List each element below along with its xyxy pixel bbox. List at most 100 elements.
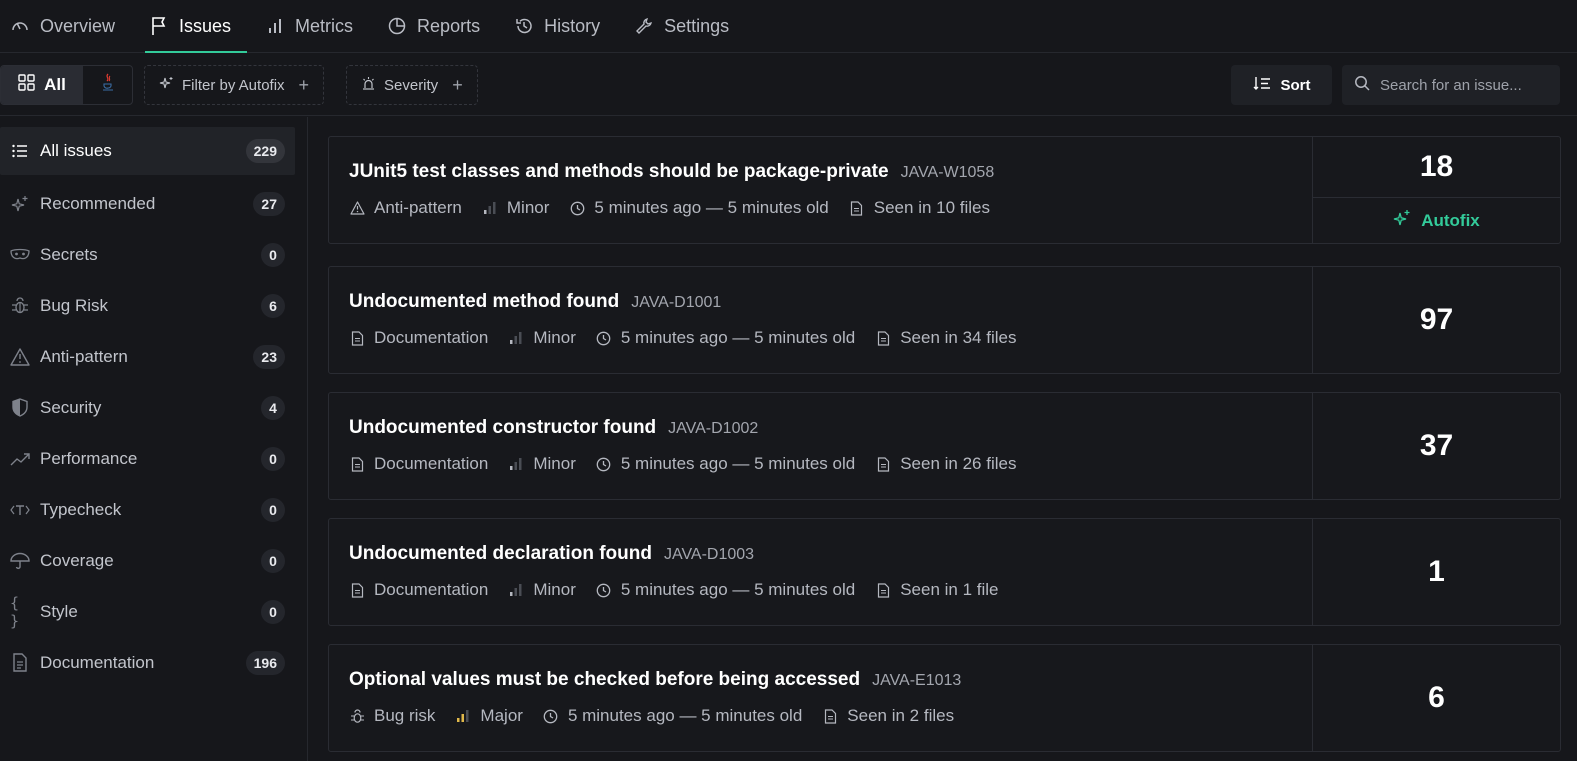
sidebar-item-label: Style <box>40 601 78 621</box>
issue-age: 5 minutes ago — 5 minutes old <box>596 454 855 474</box>
sidebar-item-performance[interactable]: Performance 0 <box>0 433 307 484</box>
sidebar-item-documentation[interactable]: Documentation 196 <box>0 637 307 688</box>
severity-filter-chip[interactable]: Severity + <box>346 65 478 105</box>
issue-card[interactable]: Undocumented constructor found JAVA-D100… <box>328 392 1561 500</box>
java-language-button[interactable] <box>83 66 132 104</box>
sidebar-item-security[interactable]: Security 4 <box>0 382 307 433</box>
autofix-sparkle-icon <box>159 76 174 95</box>
issue-severity: Minor <box>482 198 550 218</box>
sidebar-item-recommended[interactable]: Recommended 27 <box>0 178 307 229</box>
issue-files-label: Seen in 2 files <box>847 706 955 725</box>
search-input[interactable] <box>1380 76 1540 94</box>
issue-age: 5 minutes ago — 5 minutes old <box>596 580 855 600</box>
issue-card-body: Optional values must be checked before b… <box>329 645 1312 751</box>
all-languages-button[interactable]: All <box>1 66 83 104</box>
issue-severity-label: Minor <box>533 328 576 347</box>
issue-files-label: Seen in 1 file <box>900 580 999 599</box>
issue-count-badge: 6 <box>261 293 285 318</box>
issue-card-body: JUnit5 test classes and methods should b… <box>329 137 1312 243</box>
sidebar-item-typecheck[interactable]: Typecheck 0 <box>0 484 307 535</box>
trending-up-icon <box>10 449 30 469</box>
tab-history[interactable]: History <box>514 0 618 53</box>
issue-files: Seen in 2 files <box>822 706 954 726</box>
document-icon <box>349 456 365 472</box>
issues-toolbar: All Filter by Autofix + Severity + Sort <box>0 54 1577 116</box>
issue-card[interactable]: JUnit5 test classes and methods should b… <box>328 136 1561 244</box>
issue-severity-label: Minor <box>533 454 576 473</box>
issue-files: Seen in 26 files <box>875 454 1016 474</box>
severity-minor-icon <box>508 330 524 346</box>
sidebar-item-label: Recommended <box>40 193 156 213</box>
siren-icon <box>361 76 376 95</box>
issue-title[interactable]: Undocumented declaration found <box>349 543 652 565</box>
issue-card[interactable]: Undocumented declaration found JAVA-D100… <box>328 518 1561 626</box>
bug-icon <box>10 296 30 316</box>
issue-severity: Major <box>455 706 523 726</box>
issue-title[interactable]: Optional values must be checked before b… <box>349 669 860 691</box>
autofix-label: Autofix <box>1421 210 1480 230</box>
file-icon <box>875 330 891 346</box>
issue-count-badge: 0 <box>261 446 285 471</box>
occurrence-count: 6 <box>1428 681 1445 714</box>
search-box <box>1342 65 1560 105</box>
issue-card[interactable]: Optional values must be checked before b… <box>328 644 1561 752</box>
sidebar-item-label: Secrets <box>40 244 98 264</box>
bar-chart-icon <box>265 16 285 36</box>
type-icon <box>10 500 30 520</box>
severity-minor-icon <box>508 456 524 472</box>
issue-category-label: Documentation <box>374 328 489 347</box>
tab-metrics[interactable]: Metrics <box>265 0 371 53</box>
issue-occurrence-panel: 37 <box>1312 393 1560 499</box>
severity-minor-icon <box>508 582 524 598</box>
issue-severity-label: Minor <box>533 580 576 599</box>
issue-code: JAVA-D1001 <box>631 294 722 311</box>
autofix-button[interactable]: Autofix <box>1313 198 1560 243</box>
bug-icon <box>349 708 365 724</box>
sidebar-item-secrets[interactable]: Secrets 0 <box>0 229 307 280</box>
filter-autofix-chip[interactable]: Filter by Autofix + <box>144 65 325 105</box>
issue-count-badge: 0 <box>261 599 285 624</box>
umbrella-icon <box>10 551 30 571</box>
sidebar-item-label: Performance <box>40 448 138 468</box>
sidebar-item-style[interactable]: { } Style 0 <box>0 586 307 637</box>
tab-overview[interactable]: Overview <box>10 0 133 53</box>
file-icon <box>875 582 891 598</box>
issue-code: JAVA-W1058 <box>900 164 995 181</box>
sort-label: Sort <box>1280 76 1311 94</box>
flag-icon <box>149 16 169 36</box>
sidebar-item-anti-pattern[interactable]: Anti-pattern 23 <box>0 331 307 382</box>
search-icon <box>1354 75 1370 96</box>
sidebar-item-coverage[interactable]: Coverage 0 <box>0 535 307 586</box>
sidebar-item-label: Typecheck <box>40 499 122 519</box>
document-icon <box>349 582 365 598</box>
issue-files: Seen in 1 file <box>875 580 999 600</box>
tab-settings-label: Settings <box>664 15 730 36</box>
severity-major-icon <box>455 708 471 724</box>
sort-button[interactable]: Sort <box>1231 65 1332 105</box>
issue-severity-label: Minor <box>506 198 550 217</box>
tab-settings[interactable]: Settings <box>634 0 747 53</box>
issue-title[interactable]: JUnit5 test classes and methods should b… <box>349 161 889 183</box>
issue-title[interactable]: Undocumented constructor found <box>349 417 656 439</box>
issue-age-label: 5 minutes ago — 5 minutes old <box>567 706 803 725</box>
issue-category-label: Bug risk <box>374 706 436 725</box>
issue-files-label: Seen in 10 files <box>873 198 991 217</box>
tab-issues-label: Issues <box>179 15 232 36</box>
issue-card[interactable]: Undocumented method found JAVA-D1001 Doc… <box>328 266 1561 374</box>
tab-reports[interactable]: Reports <box>387 0 498 53</box>
issue-count-badge: 229 <box>245 139 285 163</box>
issue-count-badge: 27 <box>253 191 285 216</box>
issue-severity: Minor <box>508 328 576 348</box>
tab-metrics-label: Metrics <box>295 15 354 36</box>
warning-icon <box>10 347 30 367</box>
tab-issues[interactable]: Issues <box>145 0 249 53</box>
issue-count-badge: 196 <box>245 650 285 675</box>
sidebar-item-all-issues[interactable]: All issues 229 <box>0 127 295 175</box>
issue-title[interactable]: Undocumented method found <box>349 291 619 313</box>
sidebar-item-bug-risk[interactable]: Bug Risk 6 <box>0 280 307 331</box>
issue-age-label: 5 minutes ago — 5 minutes old <box>620 454 856 473</box>
document-icon <box>349 330 365 346</box>
issue-category-label: Anti-pattern <box>374 198 462 217</box>
issue-count-badge: 0 <box>261 242 285 267</box>
clock-icon <box>569 200 585 216</box>
